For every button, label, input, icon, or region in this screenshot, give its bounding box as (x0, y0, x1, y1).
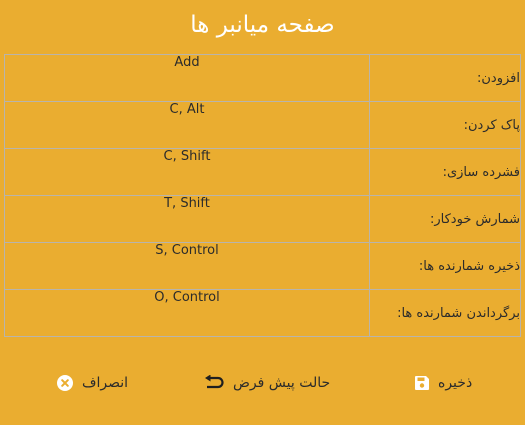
shortcut-label: برگرداندن شمارنده ها: (369, 289, 521, 337)
dialog-footer: انصراف حالت پیش فرض ذخیره (0, 362, 525, 402)
shortcut-keys[interactable]: S, Control (4, 242, 370, 290)
table-row: S, Control ذخیره شمارنده ها: (4, 242, 521, 290)
shortcut-label: ذخیره شمارنده ها: (369, 242, 521, 290)
shortcut-keys[interactable]: T, Shift (4, 195, 370, 243)
shortcut-keys[interactable]: O, Control (4, 289, 370, 337)
shortcut-keys[interactable]: C, Alt (4, 101, 370, 149)
table-row: Add افزودن: (4, 54, 521, 102)
shortcut-label: شمارش خودکار: (369, 195, 521, 243)
shortcuts-table: Add افزودن: C, Alt پاک کردن: C, Shift فش… (4, 54, 521, 337)
save-label: ذخیره (438, 375, 473, 391)
shortcut-label: فشرده سازی: (369, 148, 521, 196)
shortcut-label: افزودن: (369, 54, 521, 102)
shortcut-label: پاک کردن: (369, 101, 521, 149)
table-row: O, Control برگرداندن شمارنده ها: (4, 289, 521, 337)
shortcuts-dialog: صفحه میانبر ها Add افزودن: C, Alt پاک کر… (0, 0, 525, 425)
table-row: C, Shift فشرده سازی: (4, 148, 521, 196)
restore-default-label: حالت پیش فرض (233, 375, 331, 391)
shortcut-keys[interactable]: Add (4, 54, 370, 102)
save-button[interactable]: ذخیره (415, 372, 472, 394)
dialog-title: صفحه میانبر ها (190, 12, 335, 38)
table-row: C, Alt پاک کردن: (4, 101, 521, 149)
shortcut-keys[interactable]: C, Shift (4, 148, 370, 196)
close-circle-icon (57, 375, 73, 391)
restore-default-button[interactable]: حالت پیش فرض (204, 372, 330, 394)
cancel-button[interactable]: انصراف (57, 372, 128, 394)
table-row: T, Shift شمارش خودکار: (4, 195, 521, 243)
floppy-disk-icon (415, 376, 429, 390)
undo-arrow-icon (204, 375, 224, 391)
cancel-label: انصراف (82, 375, 129, 391)
